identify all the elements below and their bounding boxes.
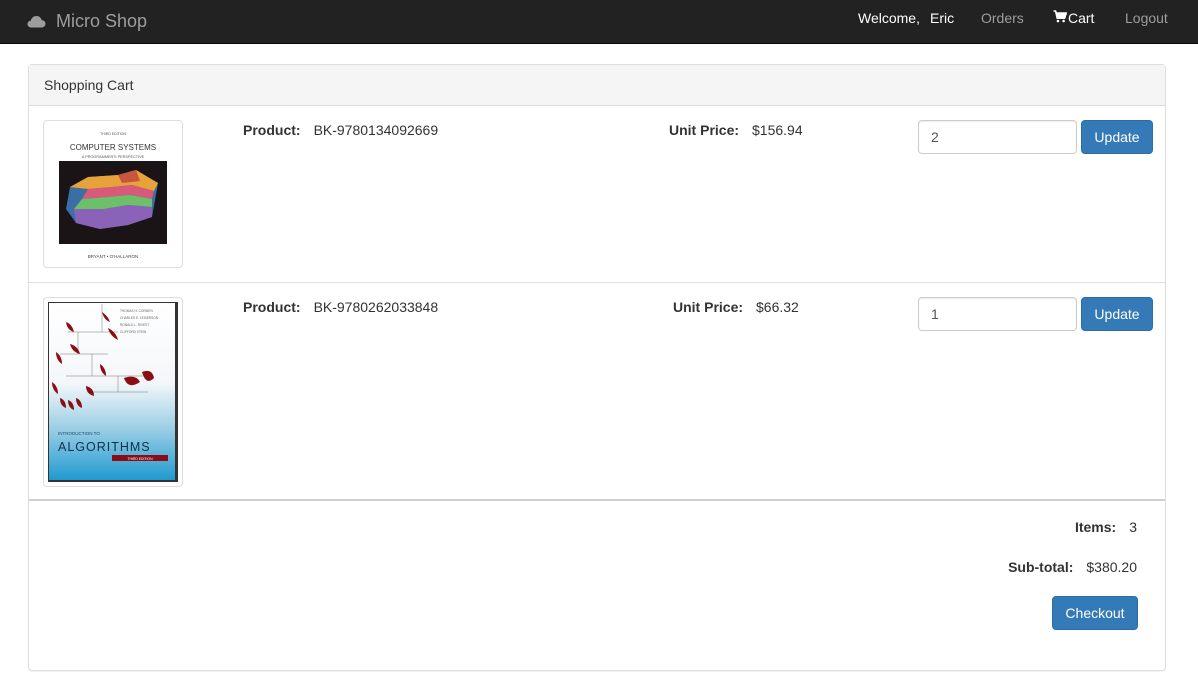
checkout-button[interactable]: Checkout — [1052, 596, 1138, 630]
subtotal: Sub-total: $380.20 — [1008, 559, 1137, 575]
unit-price-field: Unit Price: $66.32 — [673, 299, 799, 315]
svg-text:THOMAS H. CORMEN: THOMAS H. CORMEN — [120, 309, 153, 313]
subtotal-value: $380.20 — [1086, 559, 1137, 575]
unit-price-field: Unit Price: $156.94 — [669, 122, 803, 138]
update-button[interactable]: Update — [1081, 120, 1153, 154]
product-field: Product: BK-9780134092669 — [243, 122, 438, 138]
svg-text:RONALD L. RIVEST: RONALD L. RIVEST — [120, 323, 149, 327]
product-sku: BK-9780262033848 — [313, 299, 439, 315]
svg-text:ALGORITHMS: ALGORITHMS — [58, 440, 151, 454]
svg-text:BRYANT • O'HALLARON: BRYANT • O'HALLARON — [88, 254, 138, 259]
svg-text:THIRD EDITION: THIRD EDITION — [127, 457, 153, 461]
svg-text:THIRD EDITION: THIRD EDITION — [100, 132, 126, 136]
product-field: Product: BK-9780262033848 — [243, 299, 438, 315]
panel-heading: Shopping Cart — [29, 65, 1165, 106]
nav-cart-label: Cart — [1068, 10, 1095, 26]
unit-price-value: $66.32 — [756, 299, 799, 315]
cloud-icon — [27, 15, 46, 28]
product-sku: BK-9780134092669 — [313, 122, 439, 138]
product-label: Product: — [243, 122, 301, 138]
book-cover-introduction-to-algorithms: THOMAS H. CORMEN CHARLES E. LEISERSON RO… — [48, 302, 178, 482]
nav-orders-link[interactable]: Orders — [981, 0, 1024, 36]
svg-text:INTRODUCTION TO: INTRODUCTION TO — [58, 431, 100, 436]
shopping-cart-icon — [1053, 0, 1068, 36]
product-label: Product: — [243, 299, 301, 315]
product-thumbnail[interactable]: THIRD EDITION COMPUTER SYSTEMS A PROGRAM… — [43, 120, 183, 268]
cart-item-row: THIRD EDITION COMPUTER SYSTEMS A PROGRAM… — [29, 106, 1165, 283]
shopping-cart-panel: Shopping Cart THIRD EDITION COMPUTER SYS… — [28, 64, 1166, 671]
nav-logout-link[interactable]: Logout — [1125, 0, 1168, 36]
svg-text:A PROGRAMMER'S PERSPECTIVE: A PROGRAMMER'S PERSPECTIVE — [82, 155, 145, 159]
brand-link[interactable]: Micro Shop — [27, 0, 147, 43]
unit-price-value: $156.94 — [752, 122, 803, 138]
items-count: Items: 3 — [1075, 519, 1137, 535]
unit-price-label: Unit Price: — [669, 122, 740, 138]
items-value: 3 — [1129, 519, 1137, 535]
svg-text:CLIFFORD STEIN: CLIFFORD STEIN — [120, 330, 147, 334]
top-navbar: Micro Shop Welcome, Eric Orders Cart Logo… — [0, 0, 1198, 44]
unit-price-label: Unit Price: — [673, 299, 744, 315]
update-button[interactable]: Update — [1081, 297, 1153, 331]
svg-text:CHARLES E. LEISERSON: CHARLES E. LEISERSON — [120, 316, 159, 320]
svg-text:COMPUTER SYSTEMS: COMPUTER SYSTEMS — [70, 143, 156, 152]
product-thumbnail[interactable]: THOMAS H. CORMEN CHARLES E. LEISERSON RO… — [43, 297, 183, 487]
brand-name: Micro Shop — [56, 11, 148, 31]
items-label: Items: — [1074, 519, 1117, 535]
quantity-input[interactable] — [918, 297, 1077, 331]
cart-item-row: THOMAS H. CORMEN CHARLES E. LEISERSON RO… — [29, 283, 1165, 501]
welcome-text: Welcome, Eric — [858, 0, 954, 36]
user-name: Eric — [929, 10, 955, 26]
quantity-input[interactable] — [918, 120, 1077, 154]
welcome-label: Welcome, — [858, 10, 920, 26]
book-cover-computer-systems: THIRD EDITION COMPUTER SYSTEMS A PROGRAM… — [48, 125, 178, 263]
nav-cart-link[interactable]: Cart — [1053, 0, 1094, 36]
subtotal-label: Sub-total: — [1008, 559, 1074, 575]
